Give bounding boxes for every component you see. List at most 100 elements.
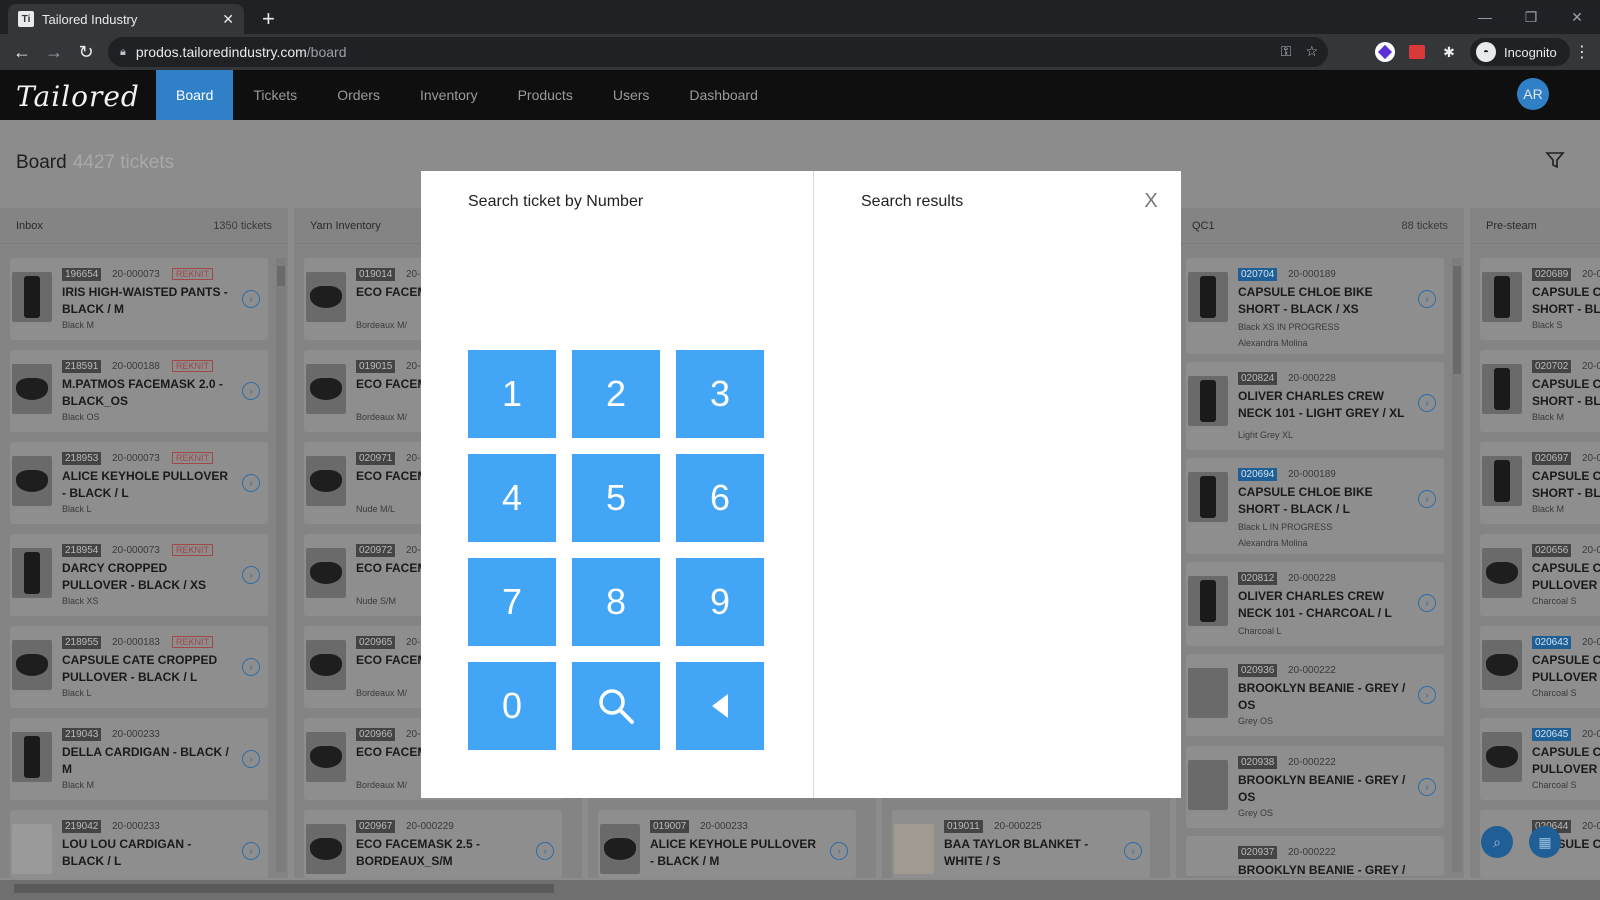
url-host: prodos.tailoredindustry.com xyxy=(135,44,307,60)
keypad-2-button[interactable]: 2 xyxy=(572,350,660,438)
ticket-name: OLIVER CHARLES CREW NECK 101 - LIGHT GRE… xyxy=(1238,389,1405,420)
open-ticket-icon[interactable]: › xyxy=(830,842,848,860)
filter-icon[interactable] xyxy=(1545,150,1565,170)
column-scrollbar[interactable] xyxy=(1452,258,1462,872)
product-thumbnail xyxy=(306,824,346,874)
nav-orders[interactable]: Orders xyxy=(317,70,400,120)
qr-scan-fab-icon[interactable]: ▦ xyxy=(1529,826,1561,858)
nav-users[interactable]: Users xyxy=(593,70,670,120)
browser-tab[interactable]: Ti Tailored Industry ✕ xyxy=(8,4,244,34)
ticket-card[interactable]: 196654 20-000073 REKNIT IRIS HIGH-WAISTE… xyxy=(10,258,268,340)
open-ticket-icon[interactable]: › xyxy=(242,750,260,768)
forward-arrow-icon[interactable]: → xyxy=(38,42,70,63)
open-ticket-icon[interactable]: › xyxy=(1124,842,1142,860)
ticket-meta: Bordeaux M/ xyxy=(356,412,408,422)
keypad-5-button[interactable]: 5 xyxy=(572,454,660,542)
nav-board[interactable]: Board xyxy=(156,70,234,120)
open-ticket-icon[interactable]: › xyxy=(1418,594,1436,612)
open-ticket-icon[interactable]: › xyxy=(1418,394,1436,412)
ticket-card[interactable]: 019011 20-000225 BAA TAYLOR BLANKET - WHIT… xyxy=(892,810,1150,878)
open-ticket-icon[interactable]: › xyxy=(242,474,260,492)
open-ticket-icon[interactable]: › xyxy=(536,842,554,860)
site-favicon-icon: Ti xyxy=(18,11,34,27)
nav-products[interactable]: Products xyxy=(498,70,593,120)
column-scrollbar[interactable] xyxy=(276,258,286,872)
address-bar[interactable]: 🔒︎ prodos.tailoredindustry.com/board ⚿ ☆ xyxy=(108,37,1328,67)
open-ticket-icon[interactable]: › xyxy=(1418,290,1436,308)
ticket-card[interactable]: 020937 20-000222 BROOKLYN BEANIE - GREY / xyxy=(1186,836,1444,877)
ticket-card[interactable]: 020697 20-00 CAPSULE CH SHORT - BLA Black M xyxy=(1480,442,1600,524)
ticket-meta: Charcoal L xyxy=(1238,626,1282,636)
minimize-icon[interactable]: — xyxy=(1462,0,1508,34)
reload-icon[interactable]: ↻ xyxy=(70,42,102,63)
ticket-card[interactable]: 020645 20-00 CAPSULE CA PULLOVER - Charcoal… xyxy=(1480,718,1600,800)
keypad-6-button[interactable]: 6 xyxy=(676,454,764,542)
ticket-card[interactable]: 020704 20-000189 CAPSULE CHLOE BIKE SHORT … xyxy=(1186,258,1444,354)
user-avatar[interactable]: AR xyxy=(1517,78,1549,110)
open-ticket-icon[interactable]: › xyxy=(242,290,260,308)
board-horizontal-scrollbar[interactable] xyxy=(0,880,1600,900)
tailored-logo[interactable]: Tailored xyxy=(16,80,140,113)
keypad-search-button[interactable] xyxy=(572,662,660,750)
ticket-card[interactable]: 020812 20-000228 OLIVER CHARLES CREW NECK … xyxy=(1186,562,1444,646)
ticket-card[interactable]: 020824 20-000228 OLIVER CHARLES CREW NECK … xyxy=(1186,362,1444,450)
open-ticket-icon[interactable]: › xyxy=(242,566,260,584)
ticket-name: CAPSULE CHLOE BIKE SHORT - BLACK / L xyxy=(1238,485,1373,516)
ticket-card[interactable]: 219043 20-000233 DELLA CARDIGAN - BLACK … xyxy=(10,718,268,800)
ticket-card[interactable]: 020967 20-000229 ECO FACEMASK 2.5 - BORDEA… xyxy=(304,810,562,878)
ticket-card[interactable]: 020643 20-00 CAPSULE CA PULLOVER - Charcoal… xyxy=(1480,626,1600,708)
open-ticket-icon[interactable]: › xyxy=(1418,490,1436,508)
ticket-card[interactable]: 218955 20-000183 REKNIT CAPSULE CATE CRO… xyxy=(10,626,268,708)
ticket-card[interactable]: 020656 20-00 CAPSULE CA PULLOVER - Charcoal… xyxy=(1480,534,1600,616)
nav-inventory[interactable]: Inventory xyxy=(400,70,498,120)
close-icon[interactable]: X xyxy=(1139,189,1163,213)
keypad-1-button[interactable]: 1 xyxy=(468,350,556,438)
ticket-card[interactable]: 218953 20-000073 REKNIT ALICE KEYHOLE PU… xyxy=(10,442,268,524)
ticket-name: CAPSULE CHLOE BIKE SHORT - BLACK / XS xyxy=(1238,285,1373,316)
ticket-meta: Nude S/M xyxy=(356,596,397,606)
incognito-badge[interactable]: ◓ Incognito xyxy=(1470,38,1570,66)
window-close-icon[interactable]: ✕ xyxy=(1554,0,1600,34)
extension-icon[interactable] xyxy=(1372,39,1398,65)
ticket-name: BROOKLYN BEANIE - GREY / OS xyxy=(1238,681,1406,712)
nav-tickets[interactable]: Tickets xyxy=(233,70,317,120)
ticket-card[interactable]: 020702 20-00 CAPSULE CH SHORT - BLA Black M xyxy=(1480,350,1600,432)
ticket-card[interactable]: 020936 20-000222 BROOKLYN BEANIE - GREY / … xyxy=(1186,654,1444,736)
key-icon[interactable]: ⚿ xyxy=(1281,43,1292,60)
open-ticket-icon[interactable]: › xyxy=(242,658,260,676)
star-icon[interactable]: ☆ xyxy=(1305,43,1318,60)
ticket-card[interactable]: 020689 20-00 CAPSULE CH SHORT - BLA Black S xyxy=(1480,258,1600,340)
ticket-card[interactable]: 020694 20-000189 CAPSULE CHLOE BIKE SHORT … xyxy=(1186,458,1444,554)
keypad-0-button[interactable]: 0 xyxy=(468,662,556,750)
new-tab-icon[interactable]: + xyxy=(262,6,275,32)
keypad-backspace-button[interactable] xyxy=(676,662,764,750)
product-thumbnail xyxy=(12,272,52,322)
ticket-card[interactable]: 218591 20-000188 REKNIT M.PATMOS FACEMAS… xyxy=(10,350,268,432)
product-thumbnail xyxy=(306,640,346,690)
open-ticket-icon[interactable]: › xyxy=(1418,778,1436,796)
keypad-3-button[interactable]: 3 xyxy=(676,350,764,438)
open-ticket-icon[interactable]: › xyxy=(1418,686,1436,704)
ticket-card[interactable]: 020938 20-000222 BROOKLYN BEANIE - GREY / … xyxy=(1186,746,1444,828)
nav-dashboard[interactable]: Dashboard xyxy=(669,70,778,120)
ticket-card[interactable]: 019007 20-000233 ALICE KEYHOLE PULLOVER - … xyxy=(598,810,856,878)
keypad-8-button[interactable]: 8 xyxy=(572,558,660,646)
extensions-puzzle-icon[interactable]: ✱ xyxy=(1436,39,1462,65)
browser-menu-icon[interactable]: ⋮ xyxy=(1574,42,1590,62)
incognito-icon: ◓ xyxy=(1476,42,1496,62)
calendar-extension-icon[interactable] xyxy=(1404,39,1430,65)
open-ticket-icon[interactable]: › xyxy=(242,382,260,400)
ticket-card[interactable]: 219042 20-000233 LOU LOU CARDIGAN - BLAC… xyxy=(10,810,268,878)
tab-close-icon[interactable]: ✕ xyxy=(222,11,234,28)
back-arrow-icon[interactable]: ← xyxy=(6,42,38,63)
keypad-7-button[interactable]: 7 xyxy=(468,558,556,646)
keypad-9-button[interactable]: 9 xyxy=(676,558,764,646)
product-thumbnail xyxy=(12,824,52,874)
ticket-card[interactable]: 218954 20-000073 REKNIT DARCY CROPPED PU… xyxy=(10,534,268,616)
keypad-4-button[interactable]: 4 xyxy=(468,454,556,542)
restore-icon[interactable]: ❐ xyxy=(1508,0,1554,34)
ticket-number: 219042 xyxy=(62,820,102,833)
search-fab-icon[interactable]: ⌕ xyxy=(1481,826,1513,858)
open-ticket-icon[interactable]: › xyxy=(242,842,260,860)
ticket-meta: Light Grey XL xyxy=(1238,430,1294,440)
